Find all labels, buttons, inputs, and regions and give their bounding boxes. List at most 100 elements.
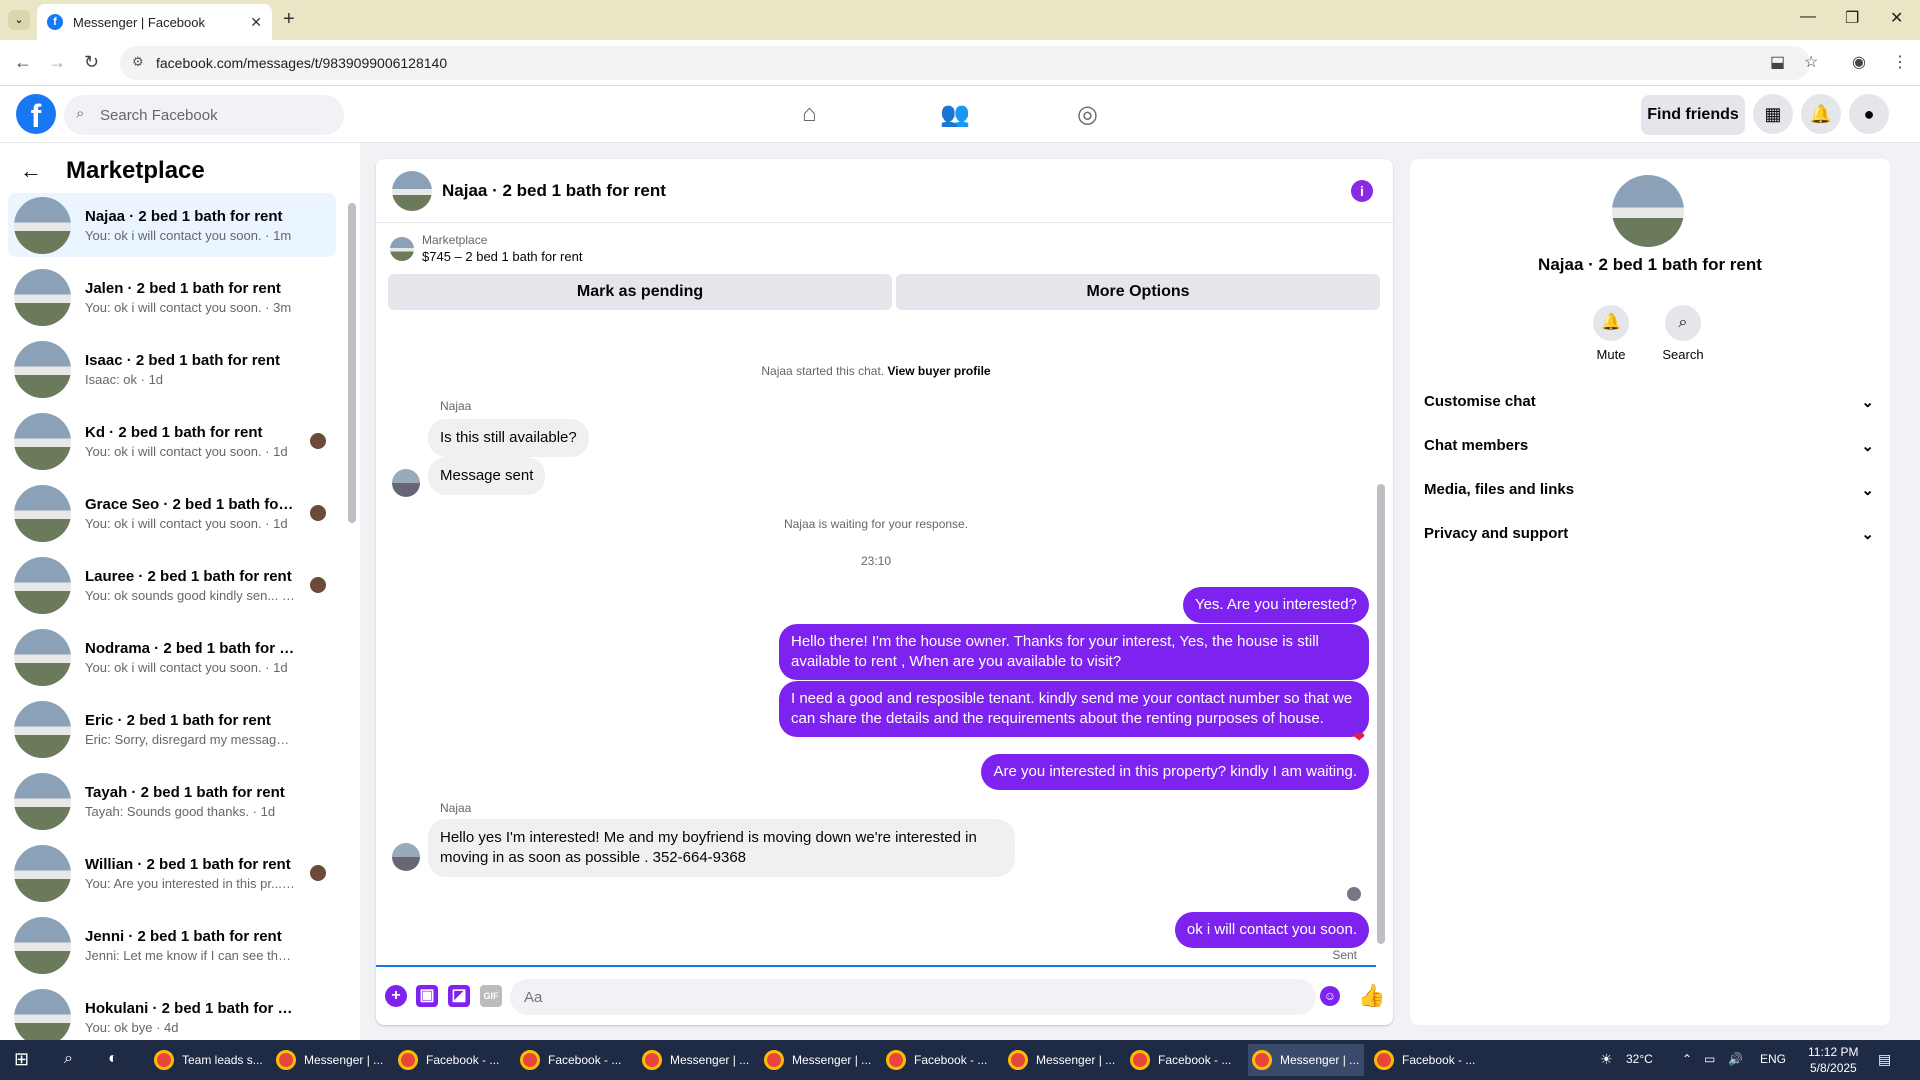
view-buyer-profile-link[interactable]: View buyer profile xyxy=(887,364,990,378)
conversation-item[interactable]: Nodrama · 2 bed 1 bath for rent You: ok i… xyxy=(8,625,336,689)
new-tab-button[interactable]: + xyxy=(283,8,295,31)
find-friends-button[interactable]: Find friends xyxy=(1641,95,1745,135)
taskbar-label: Messenger | ... xyxy=(1036,1053,1116,1067)
restore-icon[interactable]: ❐ xyxy=(1845,8,1859,28)
clock-time[interactable]: 11:12 PM xyxy=(1808,1045,1858,1059)
close-tab-icon[interactable]: ✕ xyxy=(250,14,262,31)
plus-icon[interactable]: + xyxy=(385,985,407,1007)
taskbar-app[interactable]: Facebook - ... xyxy=(1370,1044,1486,1076)
conversation-item[interactable]: Jalen · 2 bed 1 bath for rent You: ok i w… xyxy=(8,265,336,329)
language-indicator[interactable]: ENG xyxy=(1760,1052,1786,1066)
listing-thumbnail xyxy=(14,916,71,974)
conversation-item[interactable]: Tayah · 2 bed 1 bath for rent Tayah: Soun… xyxy=(8,769,336,833)
facebook-search[interactable]: ⌕ Search Facebook xyxy=(64,95,344,135)
taskbar-app[interactable]: Messenger | ... xyxy=(638,1044,754,1076)
search-icon[interactable]: ⌕ xyxy=(64,1050,73,1068)
site-info-icon[interactable]: ⚙ xyxy=(132,54,144,70)
outgoing-message[interactable]: Are you interested in this property? kin… xyxy=(981,754,1369,790)
notifications-icon[interactable]: ▤ xyxy=(1878,1051,1891,1068)
conversation-item[interactable]: Eric · 2 bed 1 bath for rent Eric: Sorry,… xyxy=(8,697,336,761)
privacy-support-row[interactable]: Privacy and support ⌄ xyxy=(1424,525,1874,543)
account-avatar[interactable]: ● xyxy=(1849,94,1889,134)
install-app-icon[interactable]: ⬓ xyxy=(1770,52,1785,72)
conversation-item[interactable]: Najaa · 2 bed 1 bath for rent You: ok i w… xyxy=(8,193,336,257)
network-icon[interactable]: ▭ xyxy=(1704,1052,1715,1066)
friends-icon[interactable]: 👥 xyxy=(940,100,970,129)
listing-thumbnail xyxy=(390,236,414,261)
groups-icon[interactable]: ◎ xyxy=(1077,100,1098,129)
taskbar-label: Facebook - ... xyxy=(914,1053,988,1067)
media-files-links-row[interactable]: Media, files and links ⌄ xyxy=(1424,481,1874,499)
weather-icon[interactable]: ☀ xyxy=(1600,1051,1613,1068)
facebook-logo[interactable]: f xyxy=(16,94,56,134)
details-avatar[interactable] xyxy=(1612,175,1684,247)
clock-date[interactable]: 5/8/2025 xyxy=(1810,1061,1857,1075)
gif-icon[interactable]: GIF xyxy=(480,985,502,1007)
heart-reaction-icon[interactable]: ❤ xyxy=(1353,729,1365,746)
conversation-item[interactable]: Jenni · 2 bed 1 bath for rent Jenni: Let … xyxy=(8,913,336,977)
sender-avatar[interactable] xyxy=(392,469,420,497)
sidebar-scrollbar[interactable] xyxy=(348,203,356,523)
incoming-message[interactable]: Hello yes I'm interested! Me and my boyf… xyxy=(428,819,1015,877)
conversation-item[interactable]: Isaac · 2 bed 1 bath for rent Isaac: ok ·… xyxy=(8,337,336,401)
tray-chevron-icon[interactable]: ⌃ xyxy=(1682,1052,1692,1066)
taskbar-app[interactable]: Messenger | ... xyxy=(272,1044,388,1076)
taskbar-app[interactable]: Facebook - ... xyxy=(394,1044,510,1076)
more-options-button[interactable]: More Options xyxy=(896,274,1380,310)
address-bar[interactable]: ⚙ facebook.com/messages/t/98390990061281… xyxy=(120,46,1810,80)
profile-icon[interactable]: ◉ xyxy=(1852,52,1866,72)
conversation-item[interactable]: Kd · 2 bed 1 bath for rent You: ok i will… xyxy=(8,409,336,473)
bookmark-star-icon[interactable]: ☆ xyxy=(1804,52,1818,72)
notifications-bell-icon[interactable]: 🔔 xyxy=(1801,94,1841,134)
windows-start-icon[interactable]: ⊞ xyxy=(14,1049,29,1070)
reload-icon[interactable]: ↻ xyxy=(84,52,99,73)
message-input[interactable] xyxy=(510,979,1316,1015)
taskbar-app[interactable]: Team leads s... xyxy=(150,1044,266,1076)
browser-tab-active[interactable]: f Messenger | Facebook ✕ xyxy=(37,4,272,40)
listing-row[interactable]: Marketplace $745 – 2 bed 1 bath for rent xyxy=(390,233,582,264)
taskbar-app[interactable]: Messenger | ... xyxy=(1004,1044,1120,1076)
back-arrow-icon[interactable]: ← xyxy=(20,158,42,184)
incoming-message[interactable]: Is this still available? xyxy=(428,419,589,457)
forward-arrow-icon[interactable]: → xyxy=(48,52,66,73)
taskbar-app[interactable]: Facebook - ... xyxy=(882,1044,998,1076)
customise-chat-row[interactable]: Customise chat ⌄ xyxy=(1424,393,1874,411)
sender-avatar[interactable] xyxy=(392,843,420,871)
search-action[interactable]: ⌕ Search xyxy=(1648,305,1718,362)
mark-as-pending-button[interactable]: Mark as pending xyxy=(388,274,892,310)
chat-avatar[interactable] xyxy=(392,170,432,211)
chevron-down-icon: ⌄ xyxy=(1861,482,1874,499)
chat-members-row[interactable]: Chat members ⌄ xyxy=(1424,437,1874,455)
conversation-item[interactable]: Grace Seo · 2 bed 1 bath for r... You: ok… xyxy=(8,481,336,545)
browser-menu-icon[interactable]: ⋮ xyxy=(1892,52,1908,72)
outgoing-message[interactable]: I need a good and resposible tenant. kin… xyxy=(779,681,1369,737)
sticker-icon[interactable]: ◪ xyxy=(448,985,470,1007)
conversation-item[interactable]: Lauree · 2 bed 1 bath for rent You: ok so… xyxy=(8,553,336,617)
minimize-icon[interactable]: — xyxy=(1800,8,1816,26)
tab-search-button[interactable]: ⌄ xyxy=(8,10,30,30)
info-icon[interactable]: i xyxy=(1351,180,1373,202)
taskbar-app[interactable]: Messenger | ... xyxy=(760,1044,876,1076)
taskbar-app[interactable]: Facebook - ... xyxy=(516,1044,632,1076)
close-window-icon[interactable]: ✕ xyxy=(1890,8,1903,28)
conversation-item[interactable]: Willian · 2 bed 1 bath for rent You: Are … xyxy=(8,841,336,905)
outgoing-message[interactable]: Yes. Are you interested? xyxy=(1182,587,1369,623)
emoji-icon[interactable]: ☺ xyxy=(1320,986,1340,1006)
mute-action[interactable]: 🔔 Mute xyxy=(1576,305,1646,362)
chat-scrollbar[interactable] xyxy=(1377,484,1385,944)
back-arrow-icon[interactable]: ← xyxy=(14,52,32,73)
photo-icon[interactable]: ▣ xyxy=(416,985,438,1007)
incoming-message[interactable]: Message sent xyxy=(428,457,546,495)
sent-status: Sent xyxy=(1332,948,1357,962)
chat-title[interactable]: Najaa · 2 bed 1 bath for rent xyxy=(442,181,666,201)
thumbs-up-icon[interactable]: 👍 xyxy=(1358,983,1385,1009)
volume-icon[interactable]: 🔊 xyxy=(1728,1052,1743,1066)
taskbar-app[interactable]: Messenger | ... xyxy=(1248,1044,1364,1076)
home-icon[interactable]: ⌂ xyxy=(802,100,817,128)
outgoing-message[interactable]: ok i will contact you soon. xyxy=(1174,912,1369,948)
outgoing-message[interactable]: Hello there! I'm the house owner. Thanks… xyxy=(779,624,1369,680)
taskbar-app[interactable]: Facebook - ... xyxy=(1126,1044,1242,1076)
menu-grid-icon[interactable]: ▦ xyxy=(1753,94,1793,134)
edge-icon[interactable]: ◐ xyxy=(108,1050,118,1068)
chevron-down-icon: ⌄ xyxy=(1861,438,1874,455)
